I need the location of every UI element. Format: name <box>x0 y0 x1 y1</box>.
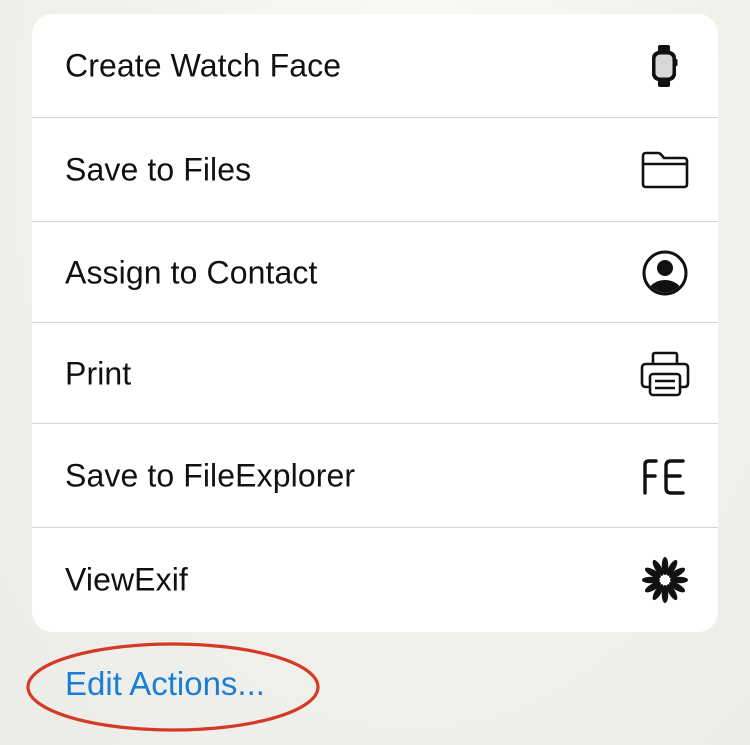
share-actions-list: Create Watch Face Save to Files Assign t… <box>32 14 718 632</box>
action-print[interactable]: Print <box>32 323 718 424</box>
action-create-watch-face[interactable]: Create Watch Face <box>32 14 718 118</box>
action-save-to-files[interactable]: Save to Files <box>32 118 718 222</box>
action-label: Print <box>65 355 132 391</box>
action-label: Save to Files <box>65 151 252 188</box>
printer-icon <box>640 351 690 396</box>
action-save-to-fileexplorer[interactable]: Save to FileExplorer <box>32 424 718 528</box>
action-label: Assign to Contact <box>65 254 318 290</box>
watch-icon <box>652 45 678 87</box>
folder-icon <box>641 151 689 189</box>
action-label: ViewExif <box>65 561 188 598</box>
edit-actions-area: Edit Actions... <box>26 641 322 733</box>
action-viewexif[interactable]: ViewExif <box>32 528 718 632</box>
action-label: Save to FileExplorer <box>65 457 356 494</box>
asterisk-burst-icon <box>642 557 688 603</box>
action-assign-to-contact[interactable]: Assign to Contact <box>32 222 718 323</box>
action-label: Create Watch Face <box>65 47 342 84</box>
edit-actions-link[interactable]: Edit Actions... <box>65 665 265 703</box>
person-circle-icon <box>642 250 688 295</box>
fe-app-icon <box>643 459 685 495</box>
